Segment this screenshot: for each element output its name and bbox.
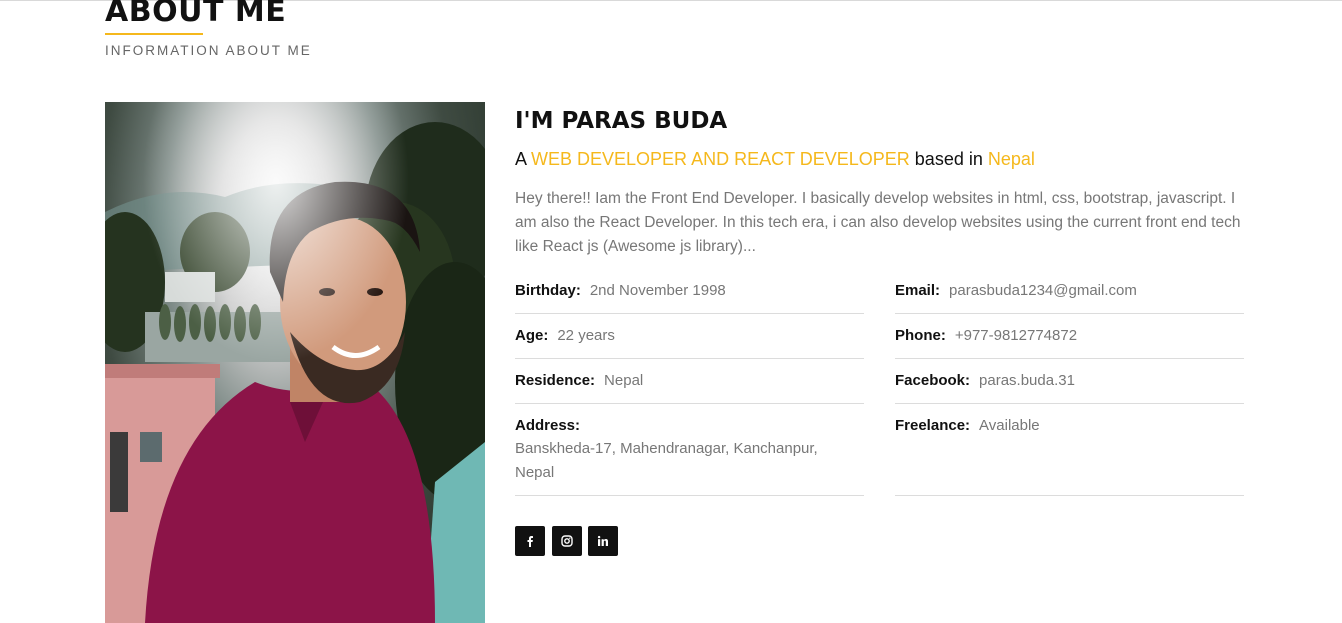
info-email: Email: parasbuda1234@gmail.com [895, 280, 1244, 314]
facebook-icon [527, 536, 533, 547]
info-address: Address: Banskheda-17, Mahendranagar, Ka… [515, 415, 864, 496]
age-value: 22 years [557, 327, 615, 344]
instagram-icon [561, 535, 573, 547]
address-label: Address: [515, 417, 581, 434]
freelance-label: Freelance: [895, 417, 971, 434]
tagline-prefix: A [515, 149, 532, 169]
email-value[interactable]: parasbuda1234@gmail.com [949, 282, 1137, 299]
facebook-button[interactable] [515, 526, 545, 556]
facebook-value[interactable]: paras.buda.31 [979, 372, 1075, 389]
tagline-role: WEB DEVELOPER AND REACT DEVELOPER [531, 149, 910, 169]
info-age: Age: 22 years [515, 325, 864, 359]
info-phone: Phone: +977-9812774872 [895, 325, 1244, 359]
info-birthday: Birthday: 2nd November 1998 [515, 280, 864, 314]
facebook-label: Facebook: [895, 372, 971, 389]
profile-tagline: A WEB DEVELOPER AND REACT DEVELOPER base… [515, 147, 1035, 171]
age-label: Age: [515, 327, 549, 344]
residence-value: Nepal [604, 372, 644, 389]
linkedin-button[interactable] [588, 526, 618, 556]
phone-label: Phone: [895, 327, 946, 344]
instagram-button[interactable] [552, 526, 582, 556]
phone-value[interactable]: +977-9812774872 [955, 327, 1077, 344]
linkedin-icon [597, 535, 608, 546]
profile-photo [105, 102, 485, 623]
tagline-mid: based in [909, 149, 988, 169]
title-underline [105, 33, 203, 35]
address-value: Banskheda-17, Mahendranagar, Kanchanpur,… [515, 440, 818, 481]
section-subtitle: INFORMATION ABOUT ME [105, 43, 312, 58]
birthday-value: 2nd November 1998 [589, 282, 726, 299]
info-facebook: Facebook: paras.buda.31 [895, 370, 1244, 404]
section-title: ABOUT ME [105, 0, 287, 29]
residence-label: Residence: [515, 372, 596, 389]
freelance-value: Available [979, 417, 1040, 434]
info-freelance: Freelance: Available [895, 415, 1244, 496]
profile-intro: Hey there!! Iam the Front End Developer.… [515, 190, 1241, 255]
tagline-place: Nepal [987, 149, 1035, 169]
email-label: Email: [895, 282, 941, 299]
info-residence: Residence: Nepal [515, 370, 864, 404]
profile-heading: I'M PARAS BUDA [515, 108, 728, 134]
birthday-label: Birthday: [515, 282, 581, 299]
